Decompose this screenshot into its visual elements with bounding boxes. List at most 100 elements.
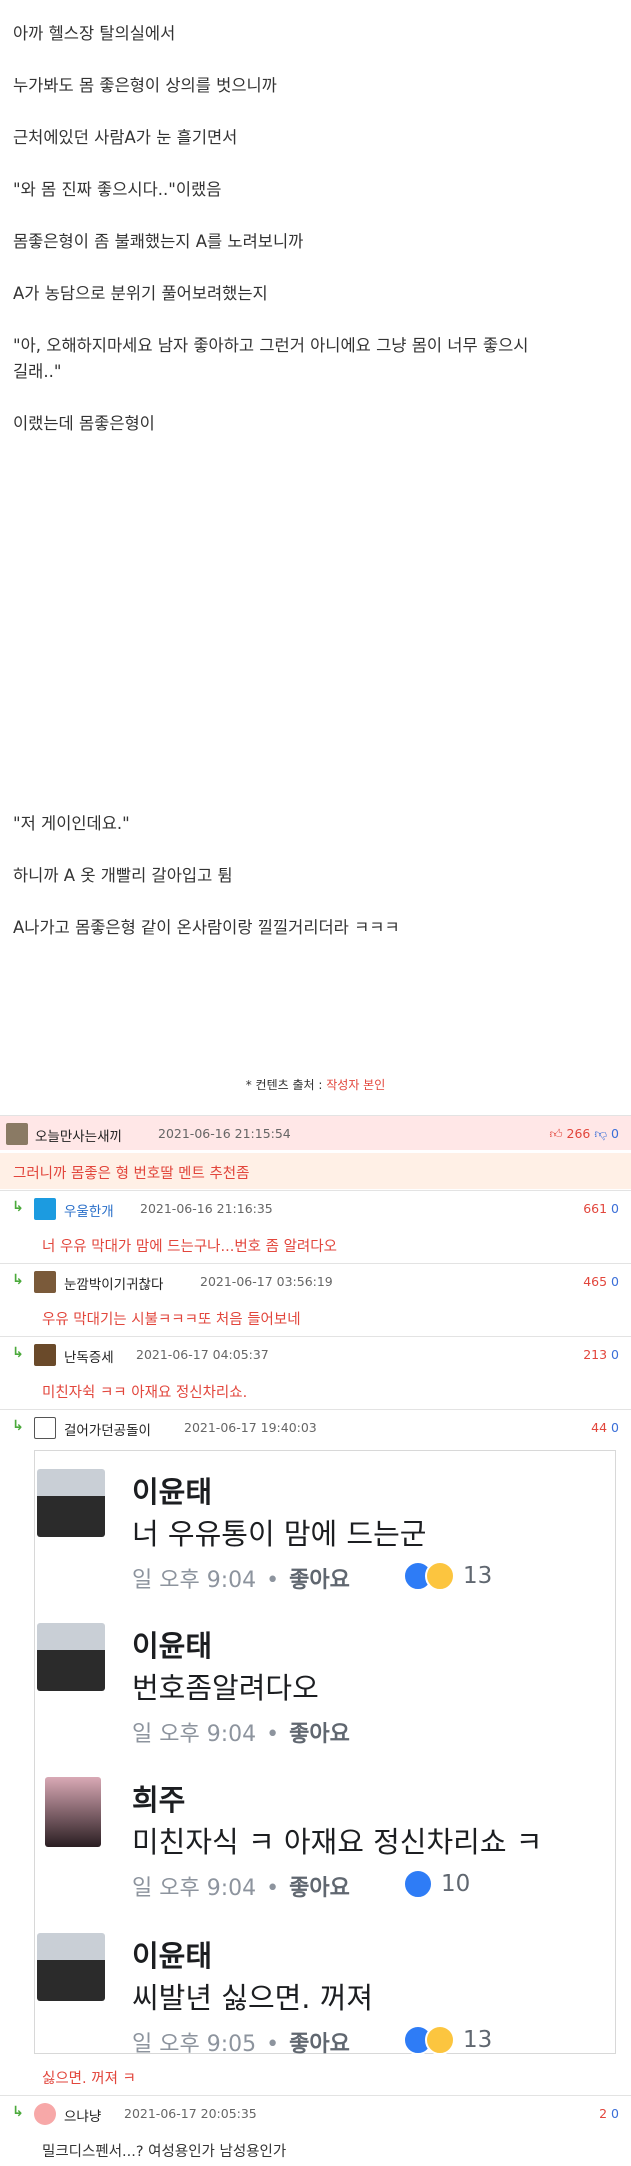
comment-author[interactable]: 오늘만사는새끼 <box>35 1125 122 1145</box>
upvote-count[interactable]: 2 <box>599 2106 607 2121</box>
post-line: 아까 헬스장 탈의실에서 <box>13 24 176 43</box>
avatar <box>37 1469 105 1537</box>
fb-message: 너 우유통이 맘에 드는군 <box>132 1517 427 1551</box>
comment-author[interactable]: 난독증세 <box>64 1346 114 1366</box>
fb-reactions: 13 <box>403 2025 492 2055</box>
downvote-count: 0 <box>611 1126 619 1141</box>
post-line: "저 게이인데요." <box>13 814 130 833</box>
separator-dot: • <box>266 1568 280 1593</box>
downvote-count[interactable]: 0 <box>611 1420 619 1435</box>
fb-meta: 일 오후 9:05 • 좋아요 <box>132 2026 350 2058</box>
wow-reaction-icon <box>425 2025 455 2055</box>
source-label: * 컨텐츠 출처 : <box>245 1078 327 1092</box>
post-line: "와 몸 진짜 좋으시다.."이랬음 <box>13 180 222 199</box>
avatar[interactable] <box>34 1271 56 1293</box>
comment-text: 우유 막대기는 시불ㅋㅋㅋ또 처음 들어보네 <box>42 1312 301 1328</box>
comment-header: ↳ 으냐냥 2021-06-17 20:05:35 2 0 <box>0 2096 631 2130</box>
thumbs-down-icon[interactable]: 👎︎ <box>594 1126 607 1141</box>
post-line: 근처에있던 사람A가 눈 흘기면서 <box>13 128 238 147</box>
comment-author[interactable]: 으냐냥 <box>64 2105 101 2125</box>
comment-date: 2021-06-17 20:05:35 <box>124 2106 257 2121</box>
post-line: 하니까 A 옷 개빨리 갈아입고 튐 <box>13 866 233 885</box>
reaction-count: 13 <box>463 1563 493 1589</box>
comment-text: 미친자쉭 ㅋㅋ 아재요 정신차리쇼. <box>42 1385 248 1401</box>
comment-text: 그러니까 몸좋은 형 번호딸 멘트 추천좀 <box>13 1166 250 1182</box>
fb-time: 일 오후 9:05 <box>132 2032 257 2057</box>
downvote-count[interactable]: 0 <box>611 2106 619 2121</box>
comment-date: 2021-06-16 21:16:35 <box>140 1201 273 1216</box>
separator-dot: • <box>266 1722 280 1747</box>
downvote-count[interactable]: 0 <box>611 1201 619 1216</box>
avatar <box>37 1623 105 1691</box>
fb-like-link[interactable]: 좋아요 <box>289 2032 350 2057</box>
avatar[interactable] <box>34 1198 56 1220</box>
fb-name: 이윤태 <box>132 1629 213 1663</box>
fb-message: 미친자식 ㅋ 아재요 정신차리쇼 ㅋ <box>132 1825 543 1859</box>
comment-header: ↳ 우울한개 2021-06-16 21:16:35 661 0 <box>0 1191 631 1225</box>
fb-meta: 일 오후 9:04 • 좋아요 <box>132 1716 350 1748</box>
separator-dot: • <box>266 1876 280 1901</box>
reaction-count: 13 <box>463 2027 493 2053</box>
avatar[interactable] <box>6 1123 28 1145</box>
content-source: * 컨텐츠 출처 : 작성자 본인 <box>0 1076 631 1093</box>
reply-arrow-icon: ↳ <box>12 2104 24 2120</box>
reply-arrow-icon: ↳ <box>12 1418 24 1434</box>
fb-time: 일 오후 9:04 <box>132 1722 257 1747</box>
upvote-count[interactable]: 213 <box>583 1347 607 1362</box>
reply-arrow-icon: ↳ <box>12 1199 24 1215</box>
fb-name: 희주 <box>132 1783 186 1817</box>
post-line: 누가봐도 몸 좋은형이 상의를 벗으니까 <box>13 76 277 95</box>
fb-name: 이윤태 <box>132 1475 213 1509</box>
separator-dot: • <box>266 2032 280 2057</box>
fb-reactions: 13 <box>403 1561 492 1591</box>
post-line: 길래.." <box>13 362 62 381</box>
upvote-count[interactable]: 661 <box>583 1201 607 1216</box>
comment-text: 싫으면. 꺼져 ㅋ <box>42 2071 136 2087</box>
reply-arrow-icon: ↳ <box>12 1345 24 1361</box>
vote-counts: 661 0 <box>583 1201 619 1216</box>
fb-message: 씨발년 싫으면. 꺼져 <box>132 1981 374 2015</box>
comment-header: ↳ 눈깜박이기귀찮다 2021-06-17 03:56:19 465 0 <box>0 1264 631 1298</box>
upvote-count[interactable]: 44 <box>591 1420 607 1435</box>
like-reaction-icon <box>403 1869 433 1899</box>
thumbs-up-icon[interactable]: 👍︎ <box>549 1126 562 1141</box>
fb-meta: 일 오후 9:04 • 좋아요 <box>132 1870 350 1902</box>
fb-name: 이윤태 <box>132 1939 213 1973</box>
vote-counts: 2 0 <box>599 2106 619 2121</box>
post-line: 몸좋은형이 좀 불쾌했는지 A를 노려보니까 <box>13 232 304 251</box>
avatar <box>45 1777 101 1847</box>
comment-author[interactable]: 우울한개 <box>64 1200 114 1220</box>
post-line: 이랬는데 몸좋은형이 <box>13 414 155 433</box>
comment-header: ↳ 난독증세 2021-06-17 04:05:37 213 0 <box>0 1337 631 1371</box>
fb-like-link[interactable]: 좋아요 <box>289 1876 350 1901</box>
comment-date: 2021-06-17 19:40:03 <box>184 1420 317 1435</box>
fb-message: 번호좀알려다오 <box>132 1671 319 1705</box>
embedded-screenshot[interactable]: 이윤태 너 우유통이 맘에 드는군 일 오후 9:04 • 좋아요 13 이윤태 번… <box>34 1450 616 2057</box>
fb-like-link[interactable]: 좋아요 <box>289 1568 350 1593</box>
upvote-count: 266 <box>566 1126 591 1141</box>
comment-date: 2021-06-17 04:05:37 <box>136 1347 269 1362</box>
post-line: A가 농담으로 분위기 풀어보려했는지 <box>13 284 268 303</box>
comment-header: ↳ 걸어가던공돌이 2021-06-17 19:40:03 44 0 <box>0 1410 631 1444</box>
comment-author[interactable]: 걸어가던공돌이 <box>64 1419 151 1439</box>
fb-like-link[interactable]: 좋아요 <box>289 1722 350 1747</box>
vote-counts: 44 0 <box>591 1420 619 1435</box>
avatar[interactable] <box>34 1344 56 1366</box>
fb-reactions: 10 <box>403 1869 470 1899</box>
downvote-count[interactable]: 0 <box>611 1347 619 1362</box>
downvote-count[interactable]: 0 <box>611 1274 619 1289</box>
comment-header: 오늘만사는새끼 2021-06-16 21:15:54 👍︎ 266 👎︎ 0 <box>0 1116 631 1150</box>
comment-text: 밀크디스펜서...? 여성용인가 남성용인가 <box>42 2144 287 2160</box>
avatar[interactable] <box>34 2103 56 2125</box>
comment-author[interactable]: 눈깜박이기귀찮다 <box>64 1273 163 1293</box>
fb-meta: 일 오후 9:04 • 좋아요 <box>132 1562 350 1594</box>
fb-time: 일 오후 9:04 <box>132 1568 257 1593</box>
upvote-count[interactable]: 465 <box>583 1274 607 1289</box>
reply-arrow-icon: ↳ <box>12 1272 24 1288</box>
vote-counts: 👍︎ 266 👎︎ 0 <box>549 1126 619 1142</box>
vote-counts: 465 0 <box>583 1274 619 1289</box>
post-line: A나가고 몸좋은형 같이 온사람이랑 낄낄거리더라 ㅋㅋㅋ <box>13 918 400 937</box>
avatar[interactable] <box>34 1417 56 1439</box>
comment-date: 2021-06-16 21:15:54 <box>158 1126 291 1141</box>
comment-text: 너 우유 막대가 맘에 드는구나...번호 좀 알려다오 <box>42 1239 337 1255</box>
